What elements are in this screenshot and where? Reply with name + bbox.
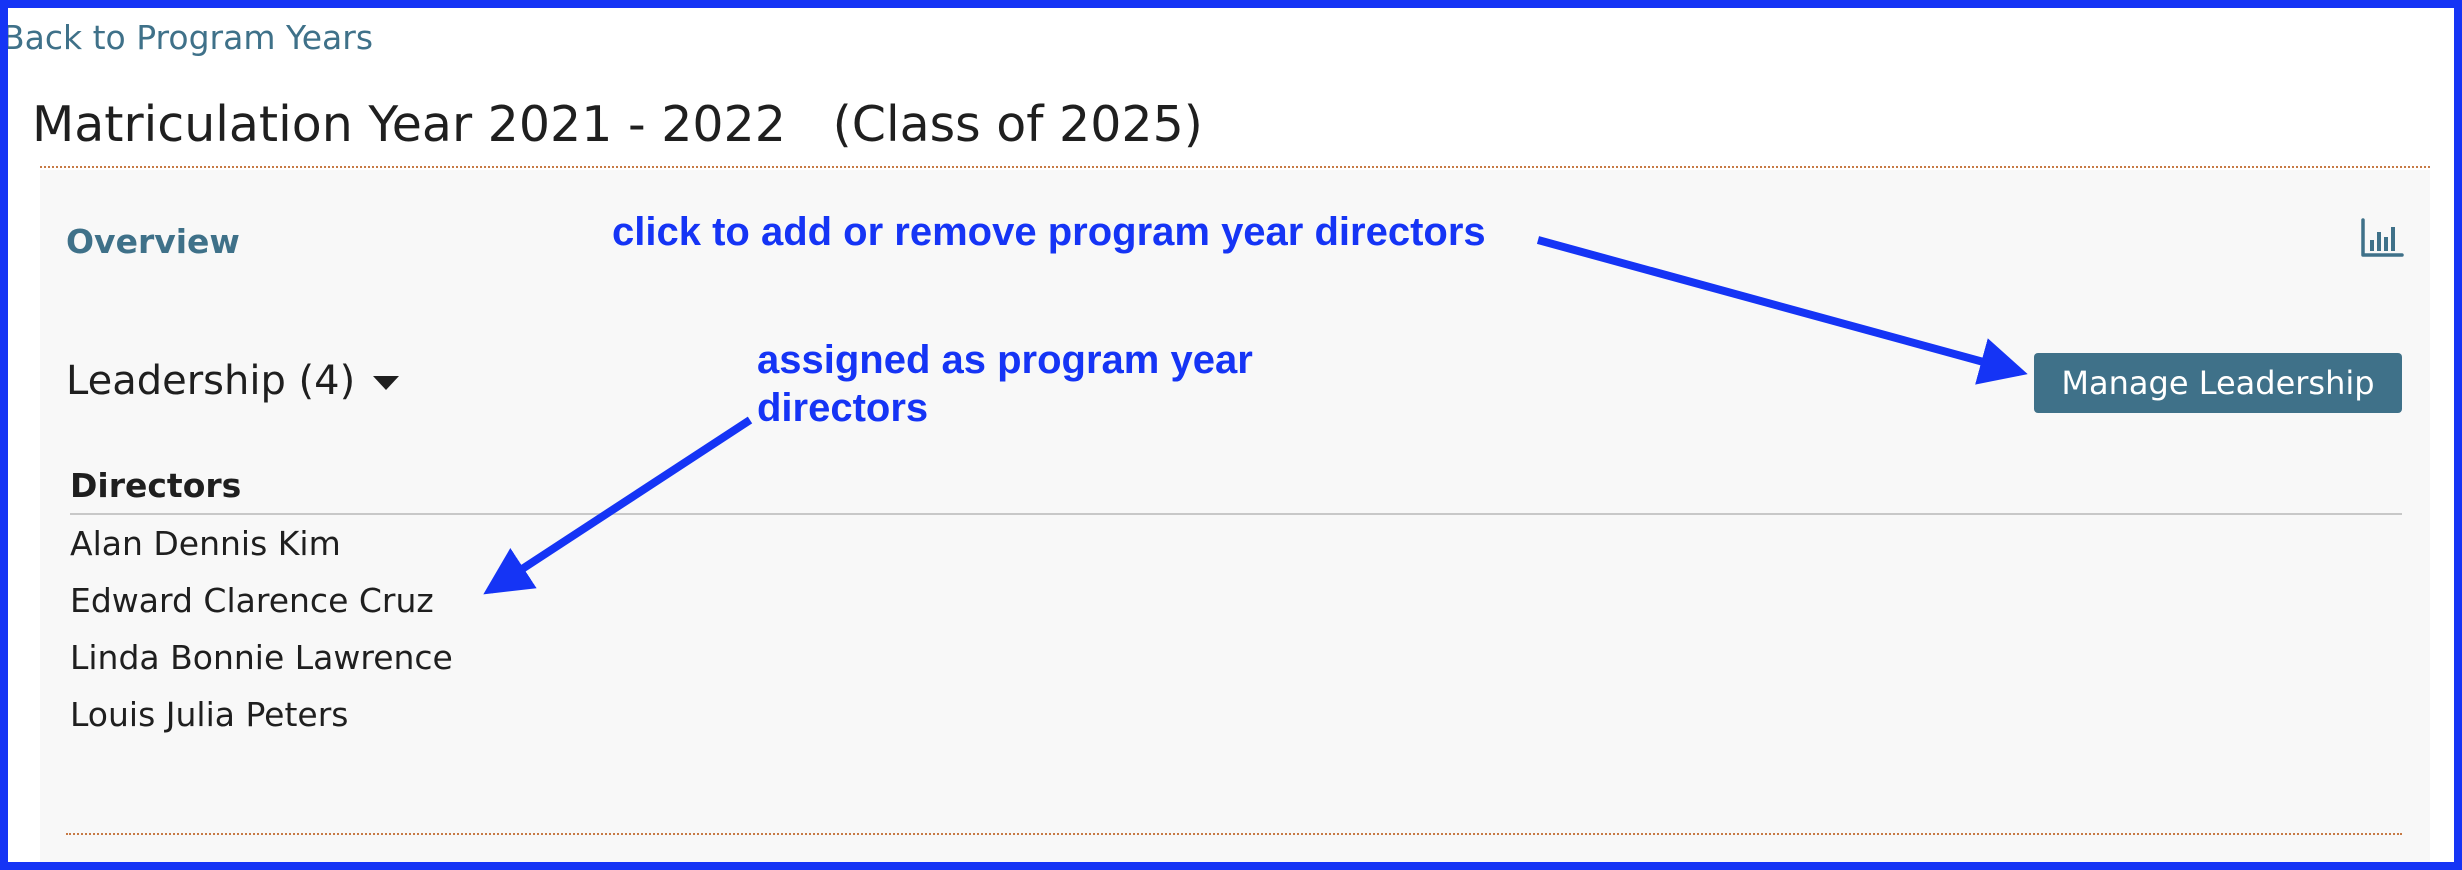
- back-to-program-years-link[interactable]: Back to Program Years: [2, 18, 373, 57]
- panel-bottom-divider: [66, 833, 2402, 835]
- director-item: Louis Julia Peters: [70, 695, 349, 734]
- directors-header: Directors: [70, 466, 242, 505]
- leadership-title: Leadership (4): [66, 358, 356, 404]
- directors-annotation: assigned as program year directors: [757, 338, 1253, 430]
- header-divider: [40, 166, 2430, 168]
- page-title: Matriculation Year 2021 - 2022 (Class of…: [32, 96, 1203, 153]
- leadership-toggle[interactable]: Leadership (4): [66, 358, 400, 404]
- manage-leadership-button[interactable]: Manage Leadership: [2034, 353, 2402, 413]
- director-item: Edward Clarence Cruz: [70, 581, 434, 620]
- bar-chart-icon-graphic: [2361, 218, 2404, 257]
- directors-list: Alan Dennis Kim Edward Clarence Cruz Lin…: [70, 520, 453, 748]
- director-item: Alan Dennis Kim: [70, 524, 341, 563]
- director-item: Linda Bonnie Lawrence: [70, 638, 453, 677]
- manage-leadership-annotation: click to add or remove program year dire…: [612, 210, 1486, 254]
- overview-link[interactable]: Overview: [66, 222, 240, 261]
- directors-header-divider: [70, 513, 2402, 515]
- bar-chart-icon[interactable]: [2360, 218, 2404, 258]
- caret-down-icon: [373, 376, 400, 390]
